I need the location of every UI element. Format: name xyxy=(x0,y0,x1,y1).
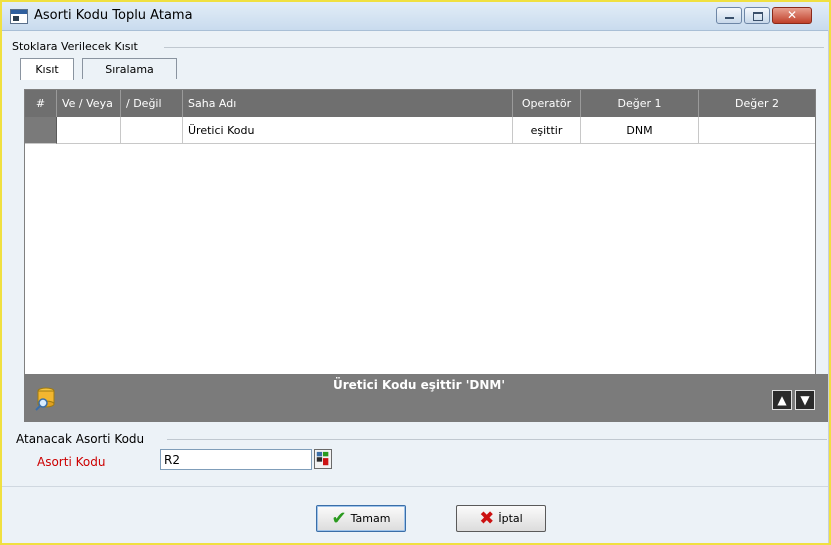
minimize-button[interactable] xyxy=(716,7,742,24)
close-icon: ✕ xyxy=(786,8,798,22)
title-bar[interactable]: Asorti Kodu Toplu Atama ✕ xyxy=(2,2,829,31)
ok-button[interactable]: ✔ Tamam xyxy=(316,505,406,532)
maximize-icon xyxy=(753,12,763,21)
cell-and-or[interactable] xyxy=(57,117,121,144)
asorti-code-input[interactable] xyxy=(160,449,312,470)
filter-summary-text: Üretici Kodu eşittir 'DNM' xyxy=(332,378,506,392)
column-header-value2[interactable]: Değer 2 xyxy=(699,90,815,117)
dialog-window: Asorti Kodu Toplu Atama ✕ Stoklara Veril… xyxy=(0,0,831,545)
chevron-up-icon: ▲ xyxy=(777,393,787,407)
cell-value1[interactable]: DNM xyxy=(581,117,699,144)
column-header-num[interactable]: # xyxy=(25,90,57,117)
cell-operator[interactable]: eşittir xyxy=(513,117,581,144)
footer-divider xyxy=(2,486,829,487)
assign-group-label: Atanacak Asorti Kodu xyxy=(16,432,145,446)
lookup-icon xyxy=(316,451,329,466)
assign-group-divider xyxy=(167,439,827,440)
cell-value2[interactable] xyxy=(699,117,815,144)
constraint-grid[interactable]: # Ve / Veya / Değil Saha Adı Operatör De… xyxy=(24,89,816,375)
cancel-x-icon: ✖ xyxy=(479,507,495,529)
row-indicator-cell[interactable] xyxy=(25,117,57,144)
window-title: Asorti Kodu Toplu Atama xyxy=(34,8,193,23)
column-header-not[interactable]: / Değil xyxy=(121,90,183,117)
close-button[interactable]: ✕ xyxy=(772,7,812,24)
cell-field-name[interactable]: Üretici Kodu xyxy=(183,117,513,144)
minimize-icon xyxy=(725,17,734,19)
tab-kisit[interactable]: Kısıt xyxy=(20,58,74,80)
chevron-down-icon: ▼ xyxy=(800,393,810,407)
tab-siralama[interactable]: Sıralama xyxy=(82,58,177,79)
maximize-button[interactable] xyxy=(744,7,770,24)
column-header-and-or[interactable]: Ve / Veya xyxy=(57,90,121,117)
constraint-group-divider xyxy=(164,47,824,48)
move-up-button[interactable]: ▲ xyxy=(772,390,792,410)
move-down-button[interactable]: ▼ xyxy=(795,390,815,410)
app-window-icon xyxy=(10,9,28,24)
cancel-button-label: İptal xyxy=(498,512,523,525)
lookup-button[interactable] xyxy=(314,449,332,469)
cell-not[interactable] xyxy=(121,117,183,144)
constraint-group-label: Stoklara Verilecek Kısıt xyxy=(12,40,138,53)
column-header-operator[interactable]: Operatör xyxy=(513,90,581,117)
column-header-value1[interactable]: Değer 1 xyxy=(581,90,699,117)
asorti-code-label: Asorti Kodu xyxy=(37,455,106,469)
checkmark-icon: ✔ xyxy=(331,507,347,529)
window-right-border xyxy=(828,30,829,543)
filter-summary-bar: Üretici Kodu eşittir 'DNM' ▲ ▼ xyxy=(24,374,829,422)
cancel-button[interactable]: ✖ İptal xyxy=(456,505,546,532)
ok-button-label: Tamam xyxy=(350,512,391,525)
column-header-field-name[interactable]: Saha Adı xyxy=(183,90,513,117)
